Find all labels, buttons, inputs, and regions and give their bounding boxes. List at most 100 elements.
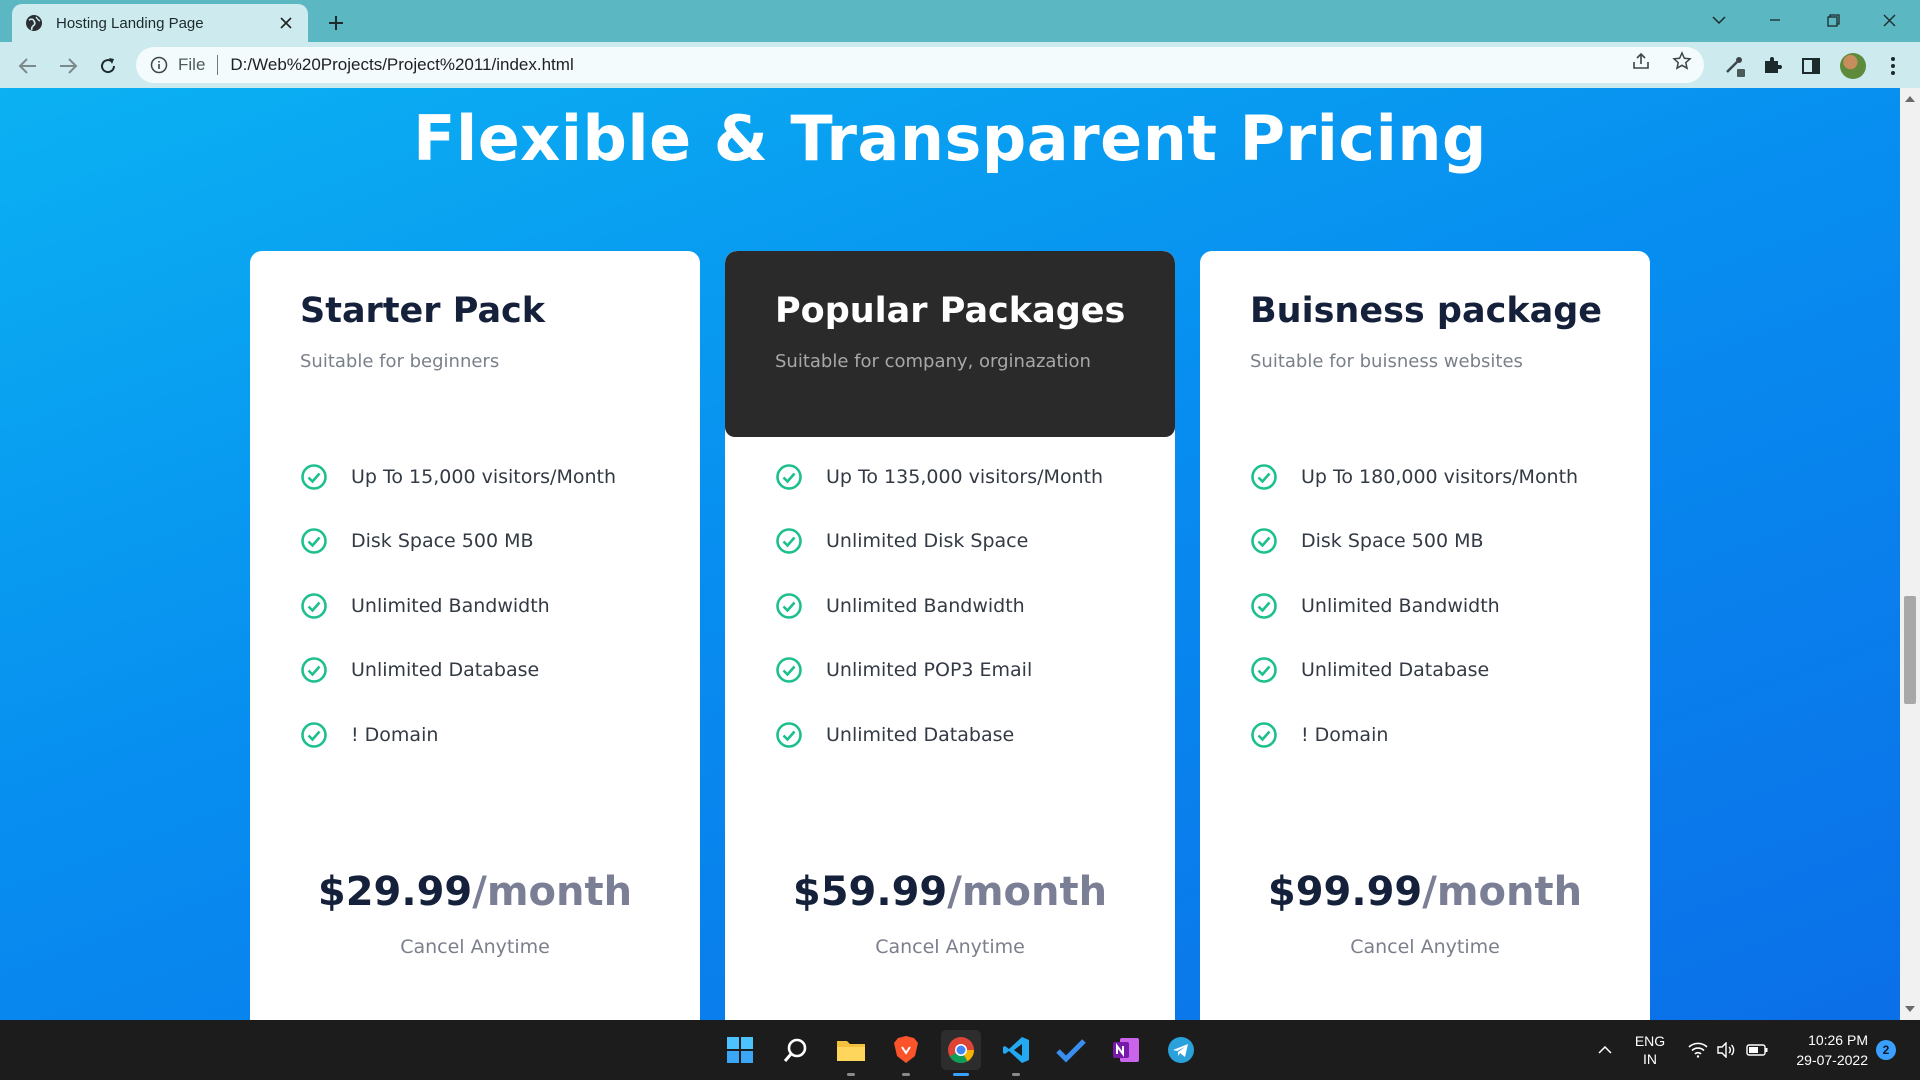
check-circle-icon — [776, 657, 802, 683]
url-text[interactable]: D:/Web%20Projects/Project%2011/index.htm… — [230, 55, 573, 75]
address-bar[interactable]: File D:/Web%20Projects/Project%2011/inde… — [136, 47, 1704, 83]
telegram-icon[interactable] — [1161, 1030, 1201, 1070]
tab-search-chevron-icon[interactable] — [1696, 4, 1742, 36]
price-period: /month — [472, 869, 633, 915]
url-scheme-label: File — [178, 55, 206, 74]
browser-tab[interactable]: Hosting Landing Page — [12, 4, 308, 42]
price-amount: $59.99 — [792, 869, 948, 915]
check-circle-icon — [776, 593, 802, 619]
back-arrow-icon[interactable] — [12, 50, 44, 82]
scrollbar-thumb[interactable] — [1904, 596, 1916, 704]
extension-tool-icon[interactable] — [1722, 53, 1748, 79]
plan-subtitle: Suitable for beginners — [300, 351, 500, 372]
feature-text: Unlimited Bandwidth — [826, 595, 1025, 617]
language-indicator[interactable]: ENG IN — [1626, 1020, 1674, 1080]
check-circle-icon — [301, 528, 327, 554]
notification-center[interactable]: 2 — [1874, 1020, 1898, 1080]
price-amount: $29.99 — [317, 869, 473, 915]
check-circle-icon — [1251, 722, 1277, 748]
bookmark-star-icon[interactable] — [1671, 50, 1693, 72]
feature-text: ! Domain — [1301, 724, 1389, 746]
new-tab-icon[interactable] — [322, 9, 350, 37]
side-panel-icon[interactable] — [1798, 53, 1824, 79]
profile-avatar[interactable] — [1840, 53, 1866, 79]
forward-arrow-icon[interactable] — [52, 50, 84, 82]
todo-checkmark-icon[interactable] — [1051, 1030, 1091, 1070]
windows-taskbar: ENG IN 10:26 PM 29-07-2022 2 — [0, 1020, 1920, 1080]
card-header: Starter Pack Suitable for beginners — [250, 251, 700, 437]
url-separator — [217, 55, 219, 75]
check-circle-icon — [301, 464, 327, 490]
scroll-up-arrow-icon[interactable] — [1900, 90, 1920, 108]
card-header: Buisness package Suitable for buisness w… — [1200, 251, 1650, 437]
feature-text: Unlimited Bandwidth — [1301, 595, 1500, 617]
browser-toolbar: File D:/Web%20Projects/Project%2011/inde… — [0, 42, 1920, 88]
reload-icon[interactable] — [92, 50, 124, 82]
chrome-icon[interactable] — [941, 1030, 981, 1076]
price-period: /month — [947, 869, 1108, 915]
search-icon[interactable] — [776, 1030, 816, 1070]
feature-text: Up To 180,000 visitors/Month — [1301, 466, 1579, 488]
check-circle-icon — [301, 722, 327, 748]
plan-name: Starter Pack — [300, 291, 546, 331]
plan-name: Popular Packages — [775, 291, 1126, 331]
globe-icon — [26, 15, 42, 31]
plan-price: $29.99/month — [250, 869, 700, 915]
feature-text: Disk Space 500 MB — [1301, 530, 1484, 552]
check-circle-icon — [776, 464, 802, 490]
clock-time: 10:26 PM — [1808, 1032, 1868, 1048]
close-window-icon[interactable] — [1866, 4, 1912, 36]
file-explorer-icon[interactable] — [831, 1030, 871, 1076]
onenote-icon[interactable] — [1106, 1030, 1146, 1070]
tab-title: Hosting Landing Page — [56, 14, 204, 32]
plan-name: Buisness package — [1250, 291, 1603, 331]
feature-item: ! Domain — [1250, 721, 1388, 749]
feature-item: Up To 180,000 visitors/Month — [1250, 463, 1578, 491]
language-code: ENG — [1634, 1033, 1666, 1049]
check-circle-icon — [776, 722, 802, 748]
brave-browser-icon[interactable] — [886, 1030, 926, 1076]
notification-count-badge: 2 — [1876, 1040, 1896, 1060]
feature-text: Unlimited POP3 Email — [826, 659, 1033, 681]
wifi-icon[interactable] — [1686, 1020, 1710, 1080]
page-scrollbar[interactable] — [1900, 88, 1920, 1020]
tab-close-icon[interactable] — [276, 13, 296, 33]
extensions-puzzle-icon[interactable] — [1759, 53, 1785, 79]
feature-item: Unlimited Bandwidth — [1250, 592, 1500, 620]
page-title: Flexible & Transparent Pricing — [413, 102, 1487, 175]
check-circle-icon — [776, 528, 802, 554]
check-circle-icon — [1251, 464, 1277, 490]
feature-item: Unlimited POP3 Email — [775, 656, 1032, 684]
battery-icon[interactable] — [1744, 1020, 1770, 1080]
system-clock[interactable]: 10:26 PM 29-07-2022 — [1778, 1020, 1868, 1080]
plan-price: $99.99/month — [1200, 869, 1650, 915]
tray-overflow-chevron-icon[interactable] — [1594, 1020, 1616, 1080]
card-header: Popular Packages Suitable for company, o… — [725, 251, 1175, 437]
check-circle-icon — [1251, 528, 1277, 554]
feature-item: Unlimited Database — [300, 656, 539, 684]
feature-item: Disk Space 500 MB — [1250, 527, 1484, 555]
feature-item: Up To 15,000 visitors/Month — [300, 463, 616, 491]
check-circle-icon — [301, 657, 327, 683]
clock-date: 29-07-2022 — [1796, 1052, 1868, 1068]
scroll-down-arrow-icon[interactable] — [1900, 1000, 1920, 1018]
vscode-icon[interactable] — [996, 1030, 1036, 1076]
plan-subtitle: Suitable for buisness websites — [1250, 351, 1523, 372]
feature-text: Up To 15,000 visitors/Month — [351, 466, 617, 488]
plan-price: $59.99/month — [725, 869, 1175, 915]
volume-icon[interactable] — [1714, 1020, 1738, 1080]
feature-text: Unlimited Disk Space — [826, 530, 1029, 552]
restore-icon[interactable] — [1810, 4, 1856, 36]
windows-start-icon[interactable] — [720, 1030, 760, 1070]
share-icon[interactable] — [1630, 50, 1652, 72]
minimize-icon[interactable] — [1752, 4, 1798, 36]
pricing-card-starter: Starter Pack Suitable for beginners Up T… — [250, 251, 700, 1020]
cancel-note: Cancel Anytime — [400, 936, 550, 958]
feature-item: Unlimited Disk Space — [775, 527, 1028, 555]
menu-kebab-icon[interactable] — [1880, 53, 1906, 79]
check-circle-icon — [1251, 593, 1277, 619]
info-icon[interactable] — [150, 56, 168, 74]
pricing-section: Flexible & Transparent Pricing Starter P… — [0, 88, 1900, 1020]
feature-text: Disk Space 500 MB — [351, 530, 534, 552]
price-period: /month — [1422, 869, 1583, 915]
